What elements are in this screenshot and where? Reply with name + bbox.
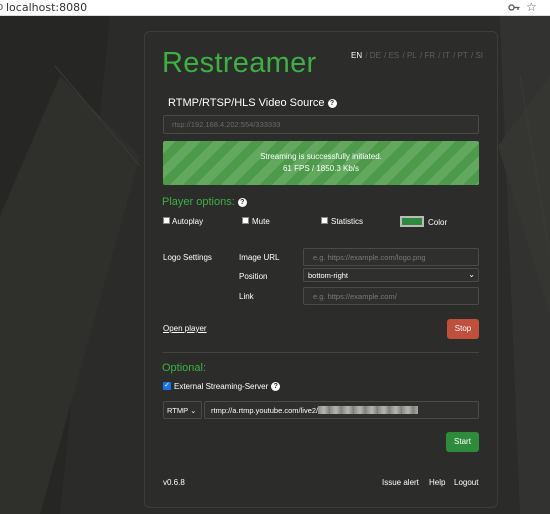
protocol-value: RTMP: [167, 406, 189, 415]
stream-status-box: Streaming is successfully initiated. 61 …: [163, 141, 479, 185]
section-divider: [163, 352, 479, 353]
issue-alert-link[interactable]: Issue alert: [382, 478, 419, 487]
status-stats: 61 FPS / 1850.3 Kb/s: [282, 164, 360, 173]
status-message: Streaming is successfully initiated.: [260, 152, 382, 161]
lang-en[interactable]: EN: [351, 51, 362, 60]
autoplay-checkbox[interactable]: [163, 217, 170, 224]
autoplay-label: Autoplay: [172, 217, 204, 226]
external-server-label: External Streaming-Server?: [174, 382, 281, 391]
redacted-stream-key: [318, 406, 419, 414]
source-url-input[interactable]: rtsp://192.168.4.202:554/333333: [163, 115, 479, 134]
optional-title: Optional:: [162, 362, 207, 374]
player-options-text: Player options:: [162, 196, 235, 208]
image-url-label: Image URL: [239, 253, 280, 262]
url-text[interactable]: localhost:8080: [6, 1, 87, 14]
statistics-checkbox[interactable]: [321, 217, 328, 224]
color-label: Color: [428, 218, 448, 227]
url-prefix: o: [0, 1, 4, 13]
lang-pt[interactable]: PT: [458, 51, 468, 60]
source-title: RTMP/RTSP/HLS Video Source?: [168, 97, 337, 109]
app-logo: Restreamer: [162, 47, 317, 79]
lang-de[interactable]: DE: [370, 51, 381, 60]
position-select[interactable]: bottom-right ⌄: [303, 268, 479, 282]
lang-si[interactable]: SI: [475, 51, 483, 60]
start-button[interactable]: Start: [446, 432, 479, 452]
link-label: Link: [239, 292, 254, 301]
lang-it[interactable]: IT: [443, 51, 450, 60]
help-icon[interactable]: ?: [327, 99, 337, 108]
external-server-checkbox[interactable]: ✓: [163, 382, 171, 390]
external-server-text: External Streaming-Server: [174, 382, 269, 391]
rtmp-url-text: rtmp://a.rtmp.youtube.com/live2/: [211, 406, 319, 415]
player-options-title: Player options:?: [162, 196, 247, 208]
stop-button[interactable]: Stop: [447, 319, 479, 339]
open-player-link[interactable]: Open player: [163, 324, 207, 333]
protocol-select[interactable]: RTMP ⌄: [163, 401, 202, 419]
logout-link[interactable]: Logout: [454, 478, 478, 487]
lang-fr[interactable]: FR: [424, 51, 435, 60]
link-input[interactable]: e.g. https://example.com/: [303, 287, 479, 305]
help-icon[interactable]: ?: [271, 382, 281, 391]
key-icon[interactable]: [508, 2, 520, 13]
lang-es[interactable]: ES: [389, 51, 400, 60]
help-icon[interactable]: ?: [237, 198, 247, 207]
position-value: bottom-right: [308, 271, 349, 280]
rtmp-url-input[interactable]: rtmp://a.rtmp.youtube.com/live2/: [204, 401, 479, 419]
chevron-down-icon: ⌄: [190, 406, 197, 415]
mute-checkbox[interactable]: [242, 217, 249, 224]
lang-pl[interactable]: PL: [407, 51, 417, 60]
browser-address-bar: o localhost:8080 ☆: [0, 0, 550, 16]
logo-settings-label: Logo Settings: [163, 253, 212, 262]
bookmark-star-icon[interactable]: ☆: [526, 0, 537, 14]
language-selector: EN / DE / ES / PL / FR / IT / PT / SI: [351, 51, 483, 60]
version-label: v0.6.8: [163, 478, 185, 487]
color-picker[interactable]: [400, 216, 424, 227]
image-url-input[interactable]: e.g. https://example.com/logo.png: [303, 248, 479, 266]
statistics-label: Statistics: [331, 217, 364, 226]
help-link[interactable]: Help: [429, 478, 445, 487]
chevron-down-icon: ⌄: [468, 270, 475, 279]
mute-label: Mute: [252, 217, 270, 226]
position-label: Position: [239, 272, 268, 281]
source-title-text: RTMP/RTSP/HLS Video Source: [168, 97, 325, 109]
